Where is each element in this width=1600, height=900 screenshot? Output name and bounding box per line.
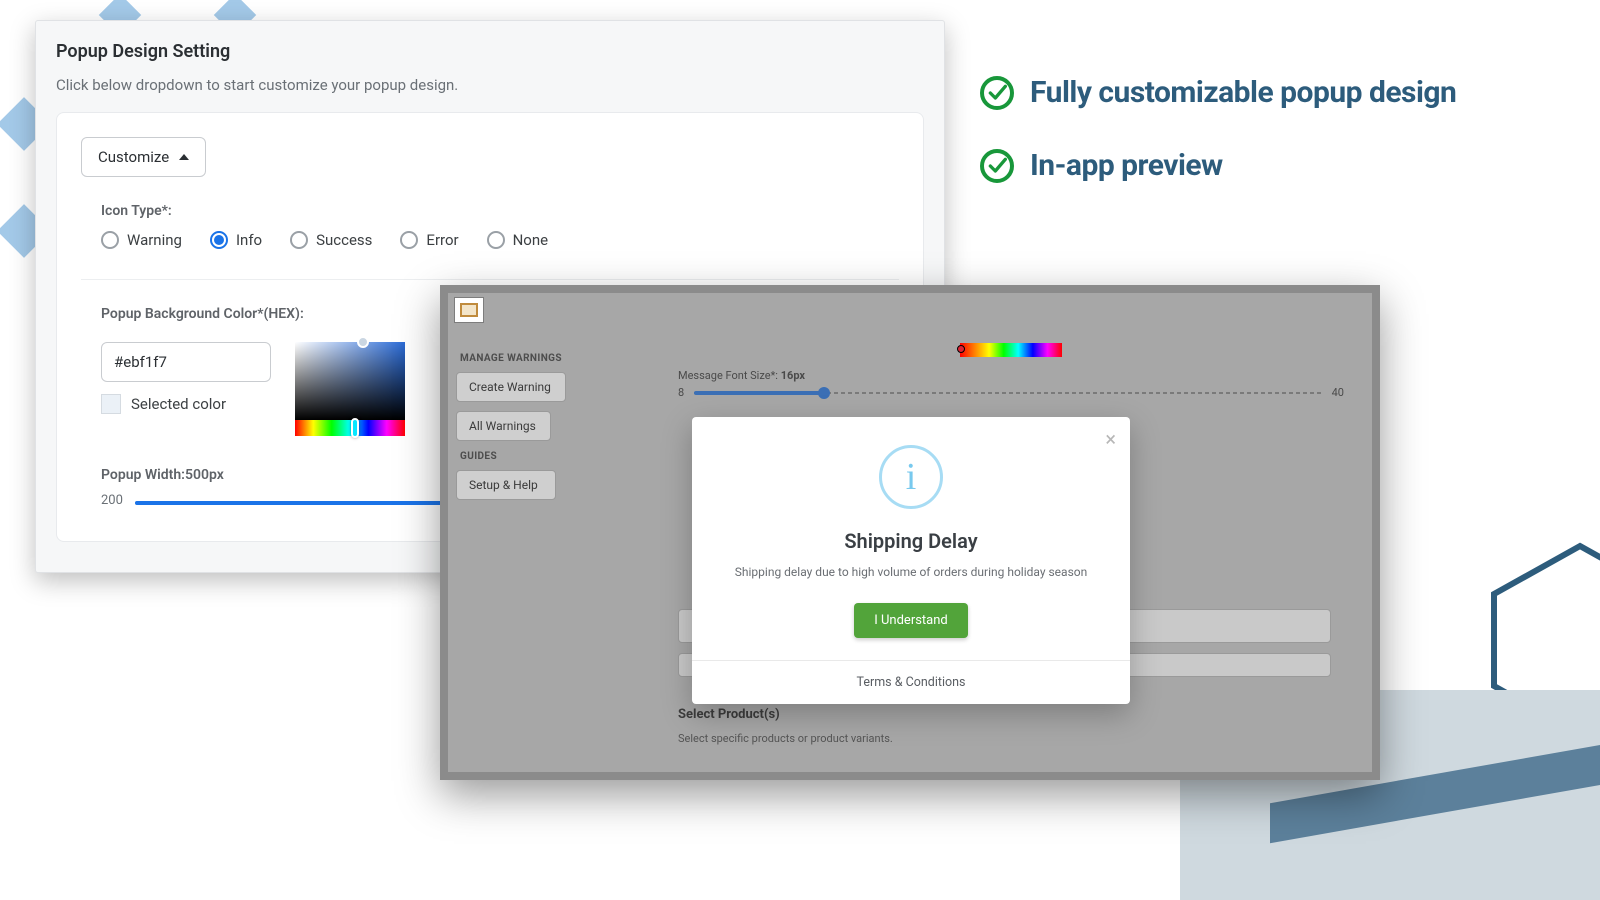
radio-warning[interactable]: Warning xyxy=(101,231,182,249)
bgcolor-input[interactable] xyxy=(101,342,271,382)
app-logo[interactable] xyxy=(454,297,484,323)
icon-type-label: Icon Type*: xyxy=(101,203,899,219)
understand-button[interactable]: I Understand xyxy=(854,603,968,638)
sidebar-section-manage: MANAGE WARNINGS xyxy=(460,353,638,364)
color-swatch xyxy=(101,394,121,414)
preview-popup: × i Shipping Delay Shipping delay due to… xyxy=(692,417,1130,704)
fontsize-thumb[interactable] xyxy=(818,387,830,399)
radio-error[interactable]: Error xyxy=(400,231,458,249)
color-picker-cursor[interactable] xyxy=(357,336,369,348)
radio-none[interactable]: None xyxy=(487,231,549,249)
checkmark-icon xyxy=(980,149,1014,183)
sidebar-item-all-warnings[interactable]: All Warnings xyxy=(456,411,551,441)
color-picker-hue[interactable] xyxy=(295,420,405,436)
fontsize-slider[interactable]: 8 40 xyxy=(678,386,1344,399)
fontsize-max: 40 xyxy=(1332,386,1344,399)
bullet-text: In-app preview xyxy=(1030,148,1223,183)
radio-none-label: None xyxy=(513,231,549,249)
select-products-title: Select Product(s) xyxy=(678,707,1344,722)
width-min: 200 xyxy=(101,493,123,508)
panel-title: Popup Design Setting xyxy=(56,41,924,62)
info-icon: i xyxy=(879,445,943,509)
radio-success[interactable]: Success xyxy=(290,231,372,249)
customize-dropdown[interactable]: Customize xyxy=(81,137,206,177)
popup-width-label: Popup Width:500px xyxy=(101,467,224,483)
hue-cursor[interactable] xyxy=(351,418,359,438)
sidebar-item-create-warning[interactable]: Create Warning xyxy=(456,372,566,402)
color-picker-saturation[interactable] xyxy=(295,342,405,420)
selected-color-label: Selected color xyxy=(131,395,226,413)
fontsize-min: 8 xyxy=(678,386,684,399)
color-picker[interactable] xyxy=(295,342,405,436)
caret-up-icon xyxy=(179,154,189,160)
close-icon[interactable]: × xyxy=(1105,427,1116,451)
radio-info-label: Info xyxy=(236,231,262,249)
radio-error-label: Error xyxy=(426,231,458,249)
bullet-item: Fully customizable popup design xyxy=(980,75,1456,110)
bullet-text: Fully customizable popup design xyxy=(1030,75,1456,110)
icon-type-radio-group: Warning Info Success Error None xyxy=(101,231,899,249)
radio-info[interactable]: Info xyxy=(210,231,262,249)
sidebar-item-setup-help[interactable]: Setup & Help xyxy=(456,470,556,500)
fontsize-label: Message Font Size*: 16px xyxy=(678,369,1344,382)
select-products-subtitle: Select specific products or product vari… xyxy=(678,732,1344,745)
radio-success-label: Success xyxy=(316,231,372,249)
popup-message: Shipping delay due to high volume of ord… xyxy=(712,565,1110,579)
panel-subtitle: Click below dropdown to start customize … xyxy=(56,76,924,94)
sidebar: MANAGE WARNINGS Create Warning All Warni… xyxy=(448,331,650,772)
customize-label: Customize xyxy=(98,148,169,166)
popup-footer-link[interactable]: Terms & Conditions xyxy=(692,660,1130,704)
preview-hue-slider[interactable] xyxy=(960,343,1062,357)
bullet-item: In-app preview xyxy=(980,148,1456,183)
preview-app-panel: MANAGE WARNINGS Create Warning All Warni… xyxy=(440,285,1380,780)
marketing-bullets: Fully customizable popup design In-app p… xyxy=(980,75,1456,221)
sidebar-section-guides: GUIDES xyxy=(460,451,638,462)
hue-knob[interactable] xyxy=(957,345,965,353)
checkmark-icon xyxy=(980,76,1014,110)
popup-title: Shipping Delay xyxy=(712,529,1110,553)
divider xyxy=(81,279,899,280)
radio-warning-label: Warning xyxy=(127,231,182,249)
selected-color-row: Selected color xyxy=(101,394,271,414)
